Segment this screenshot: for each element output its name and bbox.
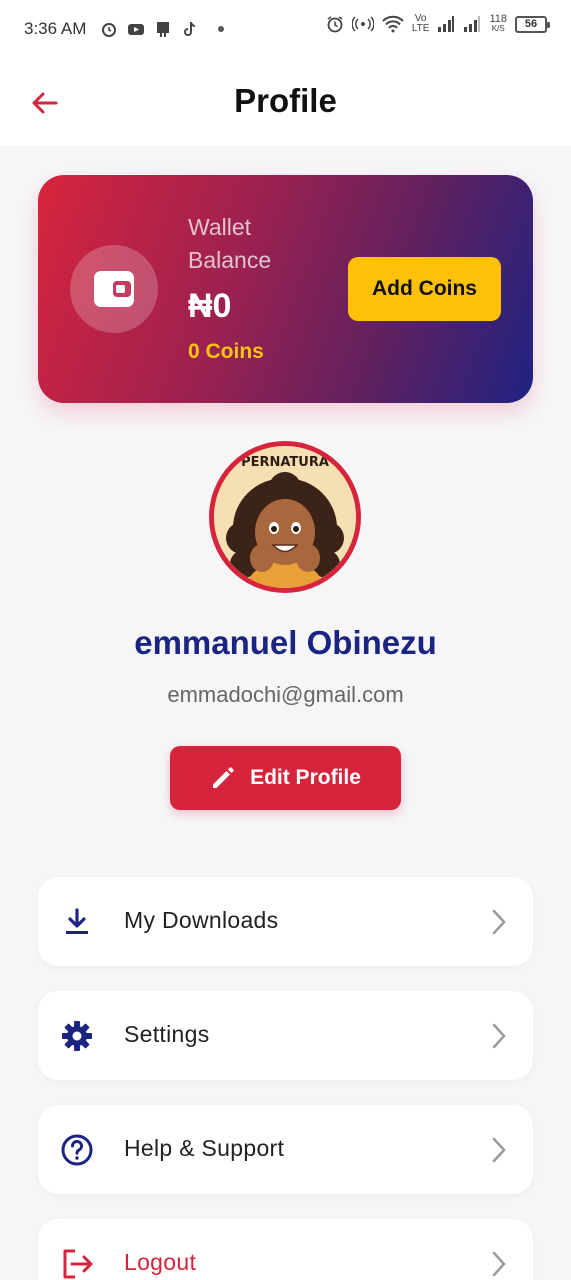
tiktok-icon	[184, 21, 196, 36]
wallet-amount: ₦0	[188, 287, 232, 325]
signal-2-icon	[464, 16, 481, 32]
lte-indicator: Vo LTE	[411, 13, 430, 34]
wifi-icon	[382, 15, 404, 33]
more-notifications-dot	[218, 26, 225, 32]
system-icons: Vo LTE 118 K/S 56	[326, 13, 550, 34]
app-notification-icon	[157, 22, 170, 37]
user-name: emmanuel Obinezu	[134, 624, 437, 661]
download-icon	[66, 908, 88, 934]
notification-icons	[100, 20, 225, 38]
status-time: 3:36 AM	[24, 19, 87, 38]
menu-label-logout: Logout	[124, 1249, 197, 1275]
help-circle-icon	[61, 1134, 93, 1166]
menu-item-settings[interactable]: Settings	[38, 991, 533, 1080]
network-speed: 118 K/S	[489, 13, 507, 34]
wallet-coins: 0 Coins	[188, 340, 264, 363]
gear-icon	[62, 1021, 92, 1051]
menu-item-help[interactable]: Help & Support	[38, 1105, 533, 1194]
page-title: Profile	[234, 82, 337, 119]
menu-label-help: Help & Support	[124, 1135, 285, 1161]
avatar-illustration: PERNATURA	[214, 446, 356, 588]
alarm-icon	[102, 23, 117, 37]
menu-item-logout[interactable]: Logout	[38, 1219, 533, 1280]
wallet-card: Wallet Balance ₦0 0 Coins Add Coins	[38, 175, 533, 403]
wallet-icon	[94, 271, 134, 307]
chevron-right-icon	[492, 1023, 506, 1049]
signal-icon	[438, 16, 455, 32]
chevron-right-icon	[492, 1137, 506, 1163]
logout-icon	[63, 1249, 93, 1279]
app-header: Profile	[0, 58, 571, 146]
alarm-clock-icon	[327, 16, 343, 33]
edit-profile-label: Edit Profile	[250, 766, 361, 789]
chevron-right-icon	[492, 1251, 506, 1277]
pencil-icon	[213, 767, 234, 788]
menu-item-downloads[interactable]: My Downloads	[38, 877, 533, 966]
wallet-balance-label: Wallet Balance	[188, 214, 272, 273]
menu-label-settings: Settings	[124, 1021, 210, 1047]
avatar-caption: PERNATURA	[241, 455, 329, 470]
edit-profile-button[interactable]: Edit Profile	[170, 746, 401, 810]
wallet-icon-badge	[70, 245, 158, 333]
menu-label-downloads: My Downloads	[124, 907, 279, 933]
chevron-right-icon	[492, 909, 506, 935]
user-email: emmadochi@gmail.com	[167, 682, 404, 707]
avatar[interactable]: PERNATURA	[209, 441, 361, 593]
youtube-icon	[128, 24, 145, 35]
battery-icon: 56	[515, 15, 550, 33]
status-bar: 3:36 AM Vo LTE 118 K/S 56	[0, 0, 571, 58]
hotspot-icon	[351, 16, 374, 32]
add-coins-button[interactable]: Add Coins	[348, 257, 501, 321]
